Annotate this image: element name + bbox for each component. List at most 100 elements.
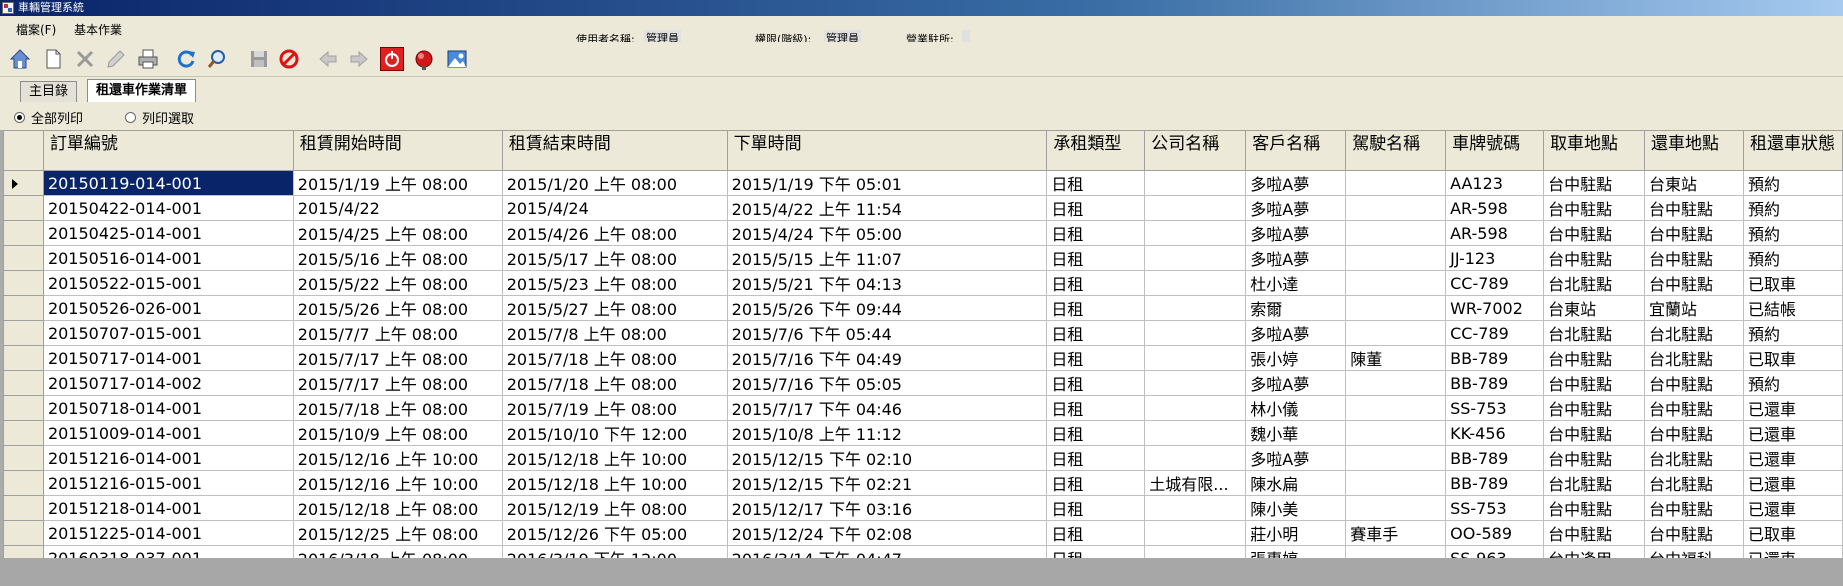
table-cell[interactable]: 日租 [1046,195,1146,221]
column-header[interactable]: 租還車狀態 [1743,130,1843,171]
table-cell[interactable]: 預約 [1743,320,1843,346]
table-cell[interactable] [1345,295,1447,321]
table-cell[interactable] [1345,420,1447,446]
row-header[interactable] [3,520,44,546]
table-cell[interactable]: 台中駐點 [1543,370,1646,396]
table-cell[interactable]: 台中駐點 [1644,195,1744,221]
table-cell[interactable]: AR-598 [1445,220,1545,246]
table-cell[interactable]: 土城有限... [1144,470,1247,496]
row-header[interactable] [3,545,44,558]
table-cell[interactable]: 台北駐點 [1644,345,1744,371]
table-cell[interactable]: 20150425-014-001 [42,220,294,246]
column-header[interactable]: 租賃開始時間 [292,130,503,171]
table-row[interactable]: 20150119-014-001 2015/1/19 上午 08:00 2015/1… [3,170,1843,196]
table-row[interactable]: 20151225-014-001 2015/12/25 上午 08:00 2015/… [3,520,1843,546]
table-cell[interactable] [1144,545,1247,558]
table-cell[interactable]: 已取車 [1743,270,1843,296]
table-cell[interactable]: 2015/4/22 上午 11:54 [726,195,1048,221]
table-cell[interactable]: 多啦A夢 [1245,220,1347,246]
table-cell[interactable]: 已取車 [1743,345,1843,371]
table-cell[interactable]: 宜蘭站 [1644,295,1744,321]
table-row[interactable]: 20150707-015-001 2015/7/7 上午 08:00 2015/7/… [3,320,1843,346]
row-header[interactable] [3,195,44,221]
refresh-icon[interactable] [174,47,198,71]
table-cell[interactable]: SS-753 [1445,495,1545,521]
table-cell[interactable]: 2015/5/26 上午 08:00 [292,295,503,321]
table-cell[interactable] [1144,495,1247,521]
table-cell[interactable]: 多啦A夢 [1245,195,1347,221]
table-cell[interactable]: 2015/5/16 上午 08:00 [292,245,503,271]
table-cell[interactable]: 2015/12/16 上午 10:00 [292,470,503,496]
table-cell[interactable]: 2015/12/18 上午 10:00 [501,445,728,471]
table-cell[interactable]: 已還車 [1743,470,1843,496]
table-cell[interactable]: 已還車 [1743,495,1843,521]
table-cell[interactable]: 日租 [1046,245,1146,271]
row-header[interactable] [3,445,44,471]
table-cell[interactable]: 多啦A夢 [1245,170,1347,196]
table-cell[interactable]: 2015/5/15 上午 11:07 [726,245,1048,271]
table-cell[interactable]: AA123 [1445,170,1545,196]
table-row[interactable]: 20150422-014-001 2015/4/22 2015/4/24 2015/4… [3,195,1843,221]
table-cell[interactable] [1345,495,1447,521]
table-row[interactable]: 20150718-014-001 2015/7/18 上午 08:00 2015/7… [3,395,1843,421]
column-header[interactable]: 下單時間 [726,130,1048,171]
table-cell[interactable]: 預約 [1743,195,1843,221]
menu-file[interactable]: 檔案(F) [16,21,56,38]
table-cell[interactable]: 2015/12/25 上午 08:00 [292,520,503,546]
table-cell[interactable]: 台中駐點 [1543,345,1646,371]
table-cell[interactable]: 日租 [1046,445,1146,471]
row-header[interactable] [3,270,44,296]
new-document-icon[interactable] [41,47,65,71]
table-cell[interactable]: JJ-123 [1445,245,1545,271]
table-cell[interactable]: 台東站 [1543,295,1646,321]
table-cell[interactable] [1144,345,1247,371]
table-cell[interactable]: SS-753 [1445,395,1545,421]
table-cell[interactable]: 2015/12/18 上午 08:00 [292,495,503,521]
column-header[interactable]: 公司名稱 [1144,130,1247,171]
print-all-radio[interactable]: 全部列印 [14,108,83,127]
table-cell[interactable]: 20150526-026-001 [42,295,294,321]
rental-order-grid[interactable]: 訂單編號 租賃開始時間 租賃結束時間 下單時間 承租類型 公司名稱 客戶名稱 駕駛名稱 車牌號碼… [0,130,1843,558]
table-cell[interactable]: 台北駐點 [1543,320,1646,346]
table-cell[interactable]: 2015/5/23 上午 08:00 [501,270,728,296]
table-cell[interactable]: 日租 [1046,520,1146,546]
table-cell[interactable]: 多啦A夢 [1245,370,1347,396]
table-row[interactable]: 20151216-015-001 2015/12/16 上午 10:00 2015/… [3,470,1843,496]
table-cell[interactable]: 台中駐點 [1644,245,1744,271]
table-cell[interactable]: 20160318-037-001 [42,545,294,558]
table-cell[interactable]: 日租 [1046,420,1146,446]
table-cell[interactable]: 2016/3/18 上午 08:00 [292,545,503,558]
table-cell[interactable]: 20151009-014-001 [42,420,294,446]
table-cell[interactable]: 20150422-014-001 [42,195,294,221]
table-cell[interactable] [1144,195,1247,221]
table-cell[interactable]: 台中駐點 [1543,220,1646,246]
table-cell[interactable] [1345,220,1447,246]
table-cell[interactable]: 魏小華 [1245,420,1347,446]
table-cell[interactable]: 2015/4/24 下午 05:00 [726,220,1048,246]
home-icon[interactable] [8,47,32,71]
row-header[interactable] [3,495,44,521]
table-cell[interactable]: 2016/3/14 下午 04:47 [726,545,1048,558]
delete-icon[interactable] [73,47,97,71]
menu-basic-operations[interactable]: 基本作業 [74,21,122,38]
table-cell[interactable]: 日租 [1046,220,1146,246]
column-header[interactable]: 租賃結束時間 [501,130,728,171]
column-header[interactable]: 承租類型 [1046,130,1146,171]
edit-icon[interactable] [104,47,128,71]
table-cell[interactable]: 2015/7/7 上午 08:00 [292,320,503,346]
column-header[interactable]: 還車地點 [1644,130,1744,171]
table-cell[interactable]: OO-589 [1445,520,1545,546]
table-cell[interactable]: BB-789 [1445,470,1545,496]
table-cell[interactable]: 已取車 [1743,520,1843,546]
table-cell[interactable]: 已結帳 [1743,295,1843,321]
print-icon[interactable] [136,47,160,71]
cancel-icon[interactable] [277,47,301,71]
table-cell[interactable]: 日租 [1046,370,1146,396]
table-cell[interactable]: 2015/7/17 上午 08:00 [292,345,503,371]
table-cell[interactable]: 日租 [1046,345,1146,371]
table-cell[interactable]: 2015/12/15 下午 02:21 [726,470,1048,496]
column-header[interactable]: 訂單編號 [42,130,294,171]
table-cell[interactable] [1345,445,1447,471]
table-cell[interactable]: 台北駐點 [1543,270,1646,296]
table-cell[interactable]: 台北駐點 [1644,470,1744,496]
